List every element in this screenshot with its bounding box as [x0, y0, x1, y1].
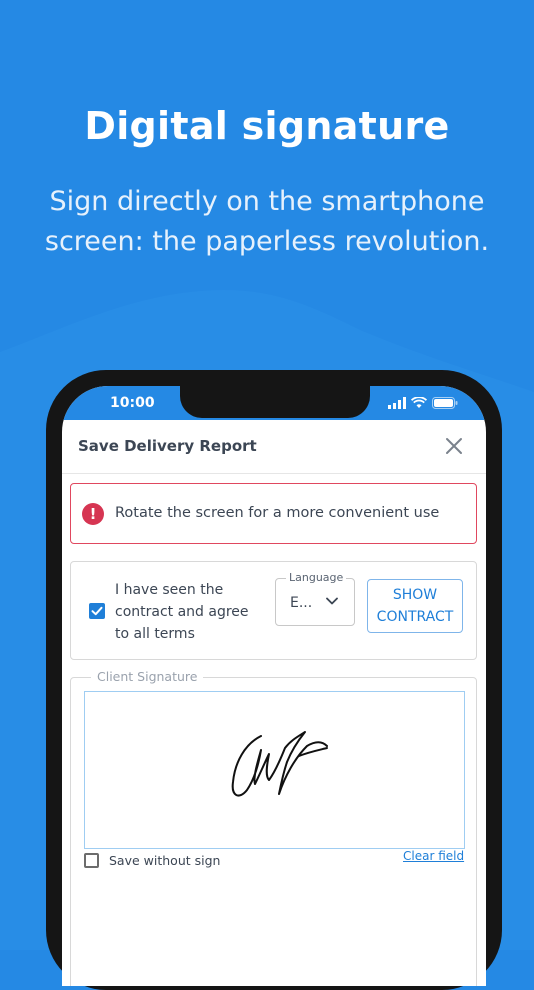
agree-terms-label: I have seen the contract and agree to al… — [115, 579, 265, 645]
clear-field-link[interactable]: Clear field — [403, 849, 464, 863]
agree-terms-checkbox[interactable] — [89, 603, 105, 619]
language-select[interactable]: Language E... — [275, 571, 355, 626]
promo-subtitle: Sign directly on the smartphone screen: … — [0, 182, 534, 262]
modal-title: Save Delivery Report — [78, 437, 257, 455]
alert-circle-icon: ! — [82, 503, 104, 525]
terms-line-3: to all terms — [115, 626, 195, 642]
rotate-alert: ! Rotate the screen for a more convenien… — [70, 483, 477, 544]
client-signature-fieldset: Client Signature Save without sign Clear… — [70, 669, 477, 986]
signal-icon — [388, 397, 406, 409]
alert-message: Rotate the screen for a more convenient … — [115, 505, 440, 521]
promo-title: Digital signature — [84, 104, 450, 148]
promo-subtitle-line-2: screen: the paperless revolution. — [44, 226, 490, 257]
signature-stroke — [231, 731, 328, 797]
close-icon[interactable] — [442, 434, 466, 458]
status-time: 10:00 — [110, 395, 155, 411]
chevron-down-icon — [326, 597, 338, 605]
show-contract-button[interactable]: SHOW CONTRACT — [367, 579, 463, 633]
wifi-icon — [411, 397, 427, 408]
promo-subtitle-line-1: Sign directly on the smartphone — [49, 186, 485, 217]
language-value: E... — [290, 595, 313, 611]
modal-header: Save Delivery Report — [62, 420, 486, 474]
terms-line-2: contract and agree — [115, 604, 249, 620]
client-signature-legend: Client Signature — [91, 669, 204, 684]
checkmark-icon — [91, 606, 103, 616]
phone-screen: 10:00 Save Delivery Report ! Rotate the … — [62, 386, 486, 986]
signature-canvas[interactable] — [84, 691, 465, 849]
show-contract-line-2: CONTRACT — [376, 609, 454, 625]
terms-line-1: I have seen the — [115, 582, 224, 598]
save-without-sign-label: Save without sign — [109, 853, 221, 868]
terms-card: I have seen the contract and agree to al… — [70, 561, 477, 660]
status-icons — [388, 395, 458, 411]
show-contract-line-1: SHOW — [392, 587, 438, 603]
phone-notch — [180, 386, 370, 418]
language-label: Language — [286, 571, 347, 584]
save-without-sign-checkbox[interactable] — [84, 853, 99, 868]
battery-icon — [432, 397, 458, 409]
